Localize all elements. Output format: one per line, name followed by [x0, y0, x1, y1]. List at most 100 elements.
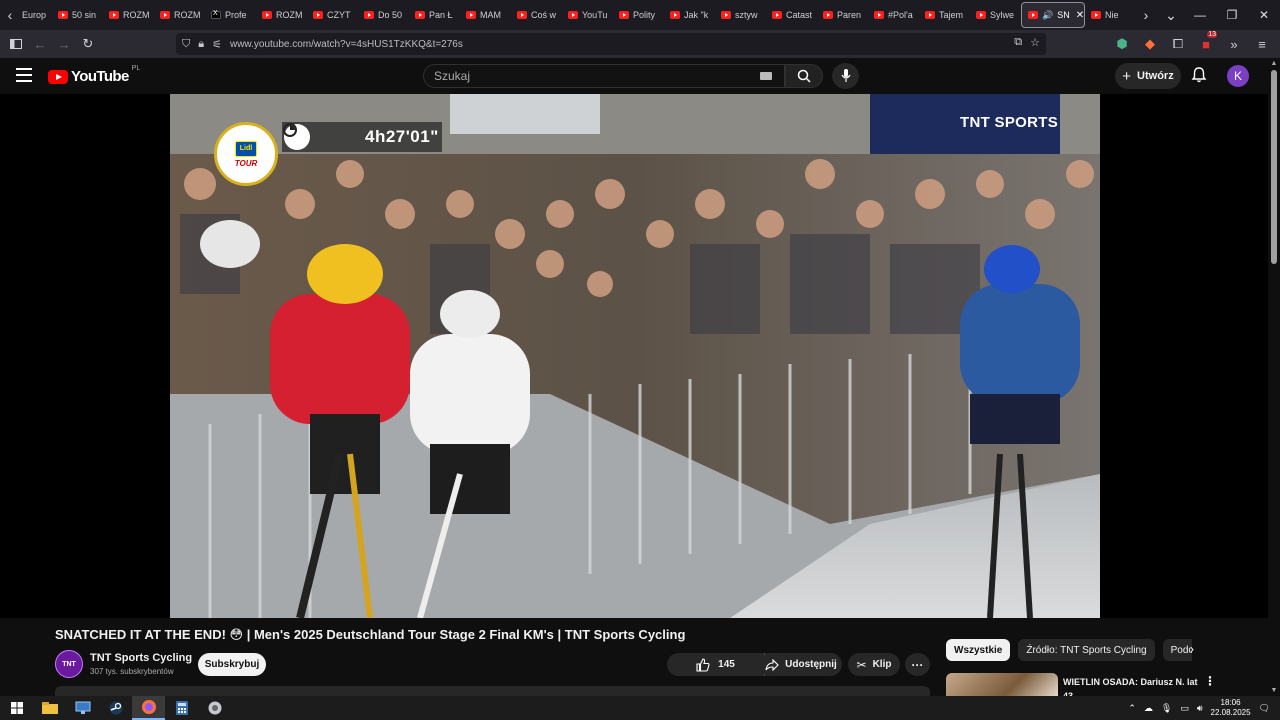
overflow-chevrons-icon[interactable]: »: [1222, 32, 1246, 56]
extension-shield-icon[interactable]: ⬢: [1110, 32, 1134, 56]
close-tab-icon[interactable]: ✕: [1076, 10, 1084, 21]
tab-label: Jak "k: [684, 10, 709, 20]
reload-icon[interactable]: ↻: [76, 32, 100, 56]
scrollbar-thumb[interactable]: [1271, 70, 1277, 264]
description-box[interactable]: [55, 686, 930, 696]
tab-list-dropdown-button[interactable]: ⌄: [1156, 0, 1186, 30]
windows-start-icon[interactable]: [0, 696, 33, 720]
tab[interactable]: ROZM: [256, 2, 307, 28]
file-explorer-icon[interactable]: [33, 696, 66, 720]
tab-active[interactable]: 🔊 SN ✕: [1021, 2, 1085, 28]
scroll-down-icon[interactable]: ▼: [1270, 687, 1278, 694]
chip-related[interactable]: Podobne: [1162, 639, 1192, 661]
video-player[interactable]: Lidl TOUR 4h27'01" TNT SPORTS: [170, 94, 1100, 618]
tab[interactable]: Jak "k: [664, 2, 715, 28]
tab[interactable]: Tajem: [919, 2, 970, 28]
steam-icon[interactable]: [99, 696, 132, 720]
tab[interactable]: YouTu: [562, 2, 613, 28]
notifications-icon[interactable]: 🗨︎: [1259, 703, 1270, 714]
race-timer-overlay: 4h27'01": [282, 122, 442, 152]
volume-icon[interactable]: 🔊︎: [1197, 703, 1203, 714]
speaker-icon[interactable]: 🔊: [1042, 10, 1053, 21]
forward-icon[interactable]: →: [52, 32, 76, 56]
youtube-icon: [670, 11, 680, 19]
back-icon[interactable]: ←: [28, 32, 52, 56]
create-button[interactable]: + Utwórz: [1115, 63, 1181, 89]
like-button[interactable]: 145: [667, 653, 765, 676]
tab[interactable]: Paren: [817, 2, 868, 28]
app-menu-icon[interactable]: ≡: [1250, 32, 1274, 56]
tab[interactable]: MAM: [460, 2, 511, 28]
calculator-icon[interactable]: [165, 696, 198, 720]
tab[interactable]: Polity: [613, 2, 664, 28]
tab[interactable]: sztyw: [715, 2, 766, 28]
tabs-scroll-left-button[interactable]: ‹: [0, 0, 20, 30]
tab[interactable]: ROZM: [103, 2, 154, 28]
sidebar-toggle-icon[interactable]: [4, 32, 28, 56]
chip-source-channel[interactable]: Źródło: TNT Sports Cycling: [1018, 639, 1155, 661]
minimize-icon[interactable]: —: [1184, 0, 1216, 30]
tab[interactable]: Catast: [766, 2, 817, 28]
keyboard-icon[interactable]: [760, 72, 772, 80]
clip-button[interactable]: ✂ Klip: [848, 653, 900, 676]
tab[interactable]: #Pol'a: [868, 2, 919, 28]
network-icon[interactable]: ▭: [1180, 703, 1189, 714]
tab[interactable]: 50 sin: [52, 2, 103, 28]
lock-icon[interactable]: 🔒︎: [198, 38, 204, 51]
chip-all[interactable]: Wszystkie: [946, 639, 1011, 661]
tab[interactable]: Do 50: [358, 2, 409, 28]
url-bar[interactable]: ⛉ 🔒︎ ⚟ www.youtube.com/watch?v=4sHUS1TzK…: [176, 33, 1046, 55]
tab[interactable]: ROZM: [154, 2, 205, 28]
tabs-scroll-right-button[interactable]: ›: [1136, 0, 1156, 30]
subscriber-count: 307 tys. subskrybentów: [90, 667, 174, 676]
recommended-video-title[interactable]: WIETLIN OSADA: Dariusz N. lat 43: [1063, 675, 1203, 696]
youtube-icon: [619, 11, 629, 19]
voice-search-button[interactable]: [832, 63, 859, 89]
tray-overflow-icon[interactable]: ⌃: [1128, 703, 1136, 714]
search-button[interactable]: [785, 64, 823, 88]
notifications-bell-icon[interactable]: [1190, 66, 1208, 84]
recommended-video-thumbnail[interactable]: [946, 673, 1058, 696]
permissions-icon[interactable]: ⚟: [212, 38, 222, 51]
tab-next[interactable]: Nie: [1085, 2, 1136, 28]
subscribe-button[interactable]: Subskrybuj: [198, 653, 266, 676]
firefox-icon[interactable]: [132, 696, 165, 720]
tab[interactable]: Profe: [205, 2, 256, 28]
tab[interactable]: CZYT: [307, 2, 358, 28]
tab-label: Coś w: [531, 10, 557, 20]
extension-fox-icon[interactable]: ◆: [1138, 32, 1162, 56]
channel-avatar[interactable]: TNT: [55, 650, 83, 678]
tab[interactable]: Sylwe: [970, 2, 1021, 28]
tab-label: ROZM: [276, 10, 303, 20]
picture-in-picture-icon[interactable]: ⧉: [1014, 36, 1022, 49]
tab[interactable]: Pan Ł: [409, 2, 460, 28]
tab[interactable]: Coś w: [511, 2, 562, 28]
extension-badge-icon[interactable]: ■ 13: [1194, 31, 1218, 56]
account-avatar[interactable]: K: [1227, 65, 1249, 87]
youtube-icon: [58, 11, 68, 19]
guide-menu-icon[interactable]: [16, 68, 32, 82]
youtube-logo[interactable]: YouTube PL: [48, 65, 140, 85]
tab-label: sztyw: [735, 10, 758, 20]
scroll-up-icon[interactable]: ▲: [1270, 60, 1278, 67]
app-globe-icon[interactable]: [198, 696, 231, 720]
chevron-right-icon[interactable]: ›: [1190, 642, 1194, 656]
extensions-puzzle-icon[interactable]: ⧠: [1166, 32, 1190, 56]
shield-icon[interactable]: ⛉: [182, 38, 190, 51]
share-button[interactable]: Udostępnij: [760, 653, 842, 676]
close-window-icon[interactable]: ✕: [1248, 0, 1280, 30]
channel-name[interactable]: TNT Sports Cycling: [90, 652, 192, 664]
recommended-video[interactable]: WIETLIN OSADA: Dariusz N. lat 43: [946, 673, 1216, 696]
clock[interactable]: 18:06 22.08.2025: [1211, 698, 1251, 718]
search-icon: [797, 69, 811, 83]
microphone-tray-icon[interactable]: 🎙︎: [1161, 703, 1172, 714]
more-actions-button[interactable]: ···: [905, 653, 930, 676]
more-vertical-icon[interactable]: ⋮: [1204, 674, 1216, 688]
page-scrollbar[interactable]: ▲ ▼: [1268, 58, 1280, 696]
restore-icon[interactable]: ❐: [1216, 0, 1248, 30]
remote-desktop-icon[interactable]: [66, 696, 99, 720]
search-input[interactable]: Szukaj: [423, 64, 785, 88]
tab[interactable]: Europ: [20, 2, 52, 28]
onedrive-cloud-icon[interactable]: ☁: [1144, 703, 1153, 714]
bookmark-star-icon[interactable]: ☆: [1030, 36, 1040, 49]
